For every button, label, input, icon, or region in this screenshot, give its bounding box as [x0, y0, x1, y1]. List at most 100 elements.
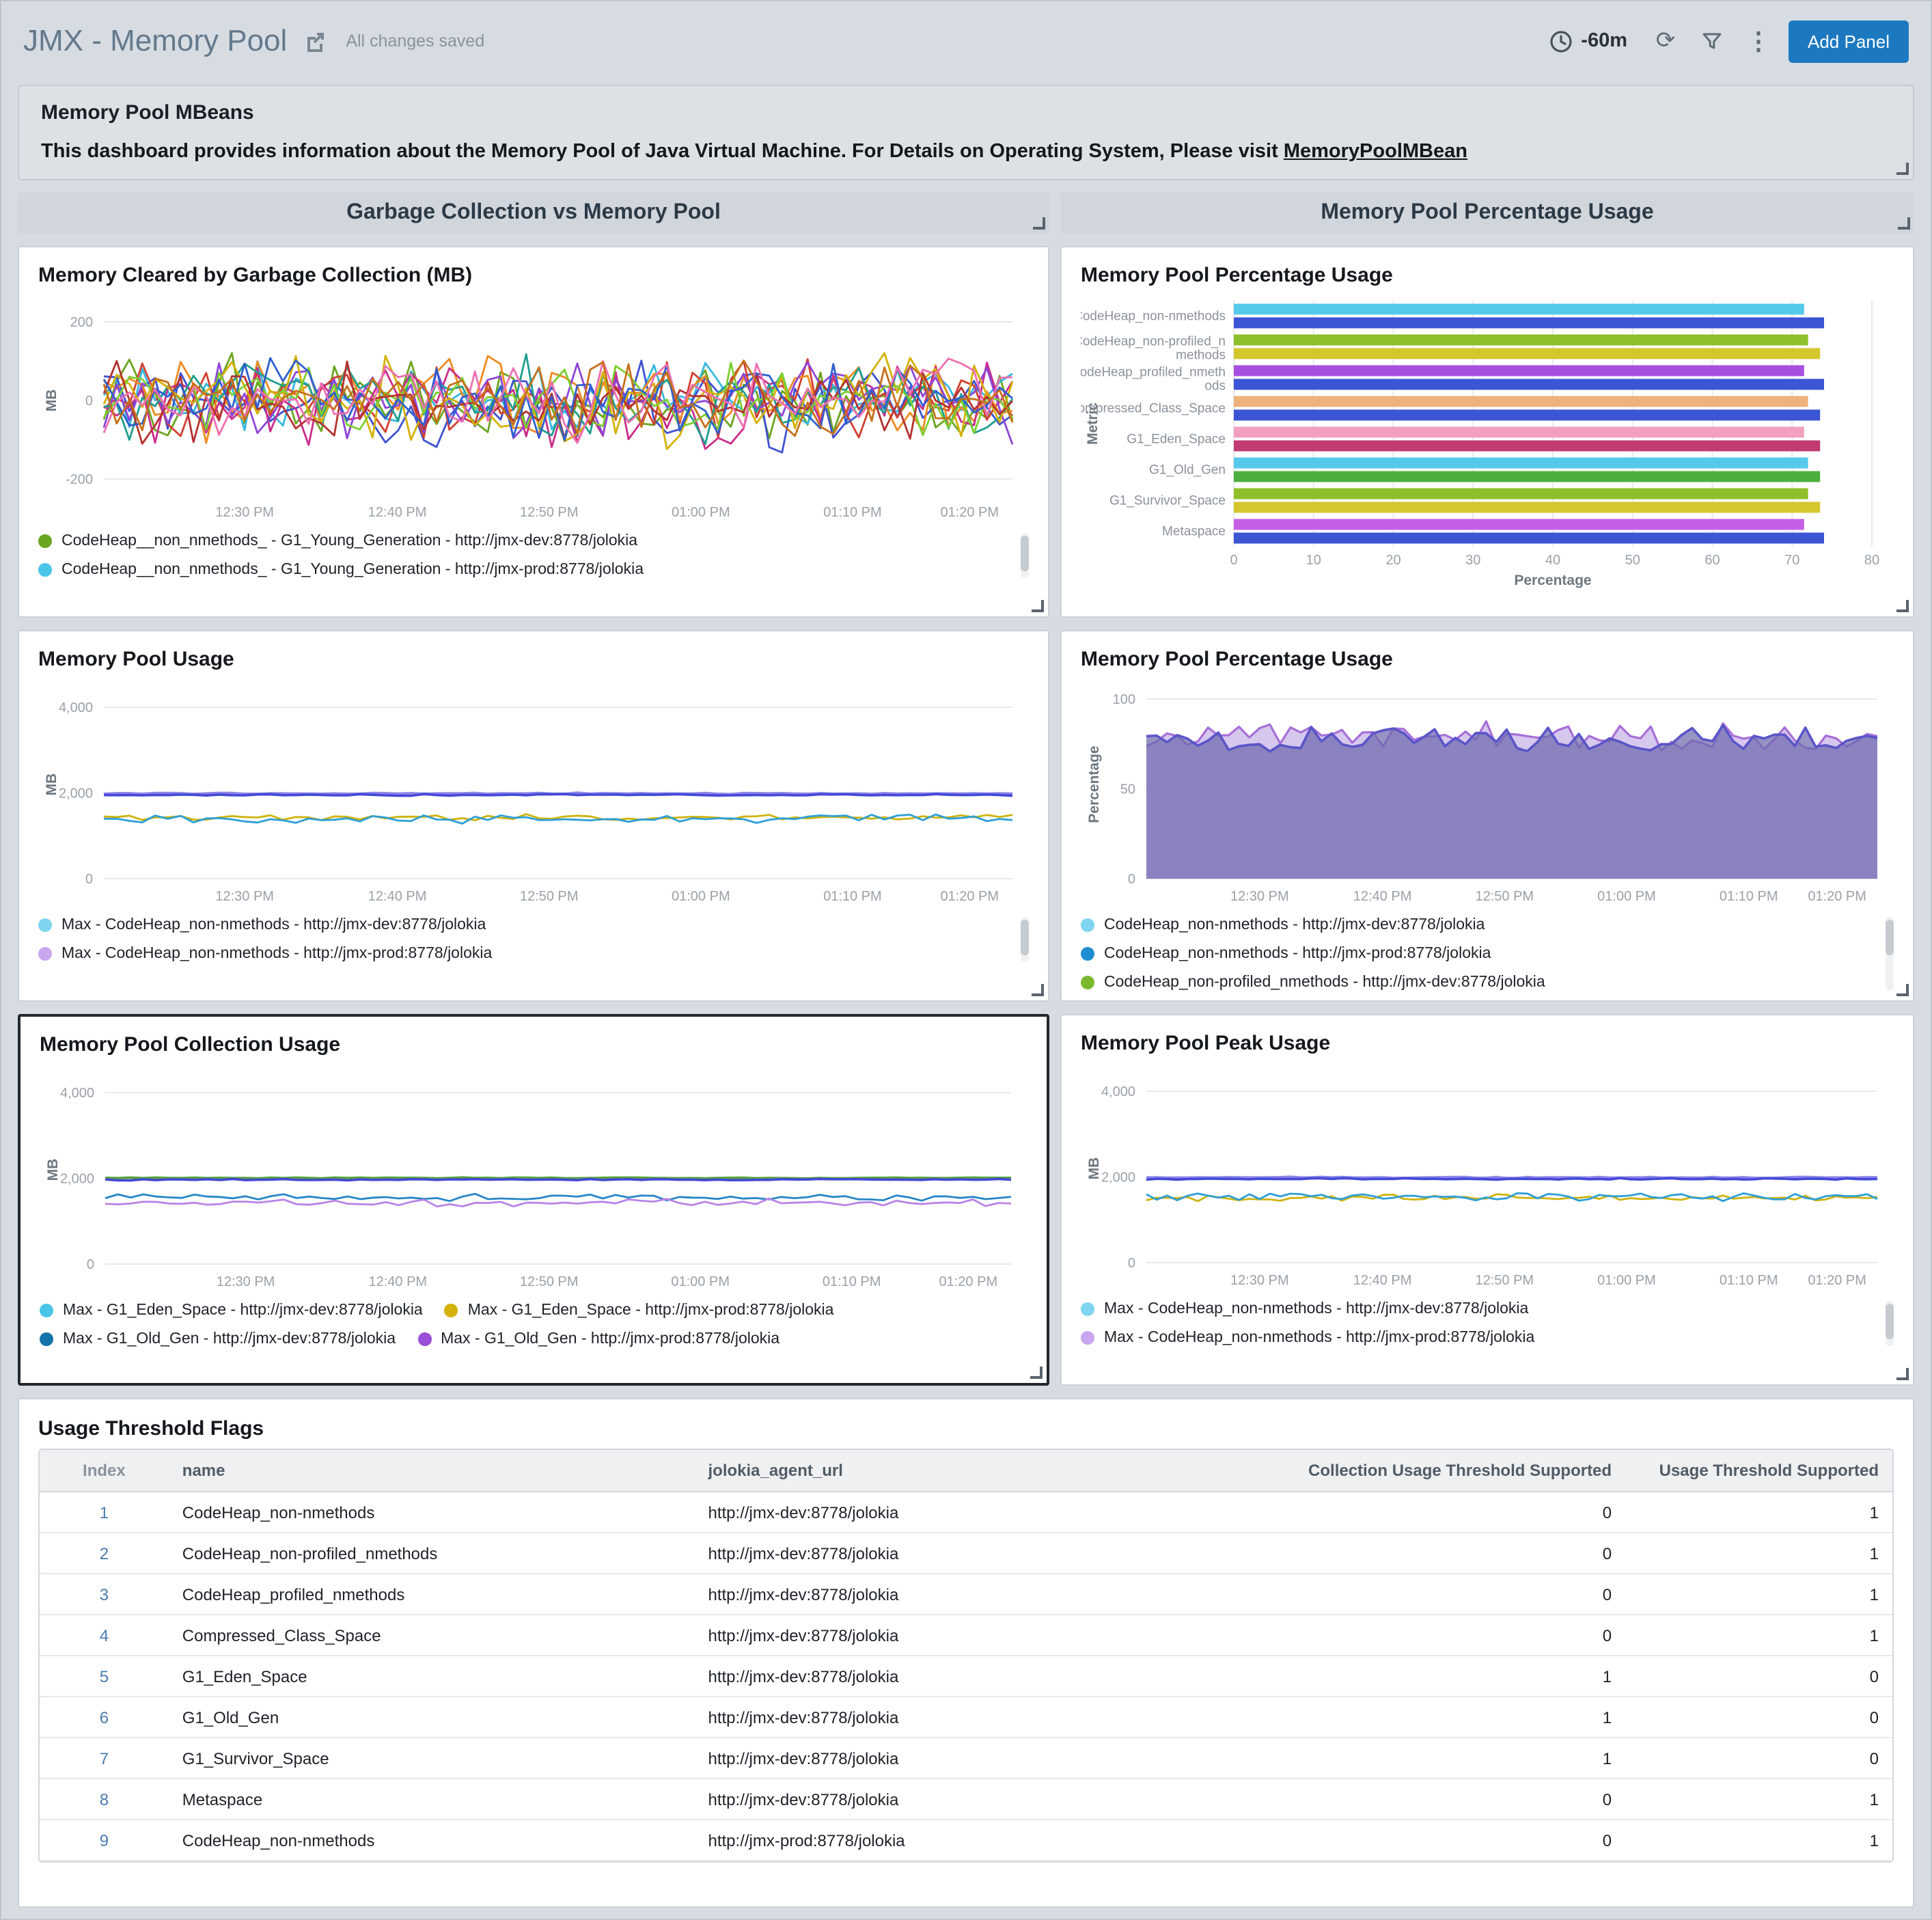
panel-memory-pool-usage: Memory Pool Usage 4,0002,0000MB12:30 PM1… [18, 630, 1049, 1002]
table-cell: CodeHeap_profiled_nmethods [169, 1574, 695, 1615]
legend-scrollbar[interactable] [1886, 917, 1894, 991]
legend-label: Max - CodeHeap_non-nmethods - http://jmx… [61, 946, 492, 962]
resize-handle[interactable] [1033, 217, 1045, 230]
resize-handle[interactable] [1896, 163, 1909, 175]
table-cell: http://jmx-prod:8778/jolokia [695, 1820, 1290, 1861]
panel-memory-pool-peak-usage: Memory Pool Peak Usage 4,0002,0000MB12:3… [1060, 1014, 1914, 1386]
resize-handle[interactable] [1030, 1367, 1043, 1379]
refresh-icon[interactable]: ⟳ [1649, 25, 1682, 57]
svg-text:01:10 PM: 01:10 PM [823, 889, 882, 904]
svg-text:12:30 PM: 12:30 PM [215, 505, 274, 520]
svg-text:Percentage: Percentage [1514, 573, 1591, 588]
legend-item: Max - CodeHeap_non-nmethods - http://jmx… [1081, 1301, 1872, 1317]
table-cell: http://jmx-dev:8778/jolokia [695, 1779, 1290, 1820]
legend-scrollbar[interactable] [1021, 917, 1029, 962]
svg-text:4,000: 4,000 [1101, 1084, 1135, 1099]
resize-handle[interactable] [1896, 1368, 1909, 1380]
add-panel-button[interactable]: Add Panel [1789, 20, 1909, 62]
text-panel-memory-pool-mbeans: Memory Pool MBeans This dashboard provid… [18, 85, 1914, 180]
usage-threshold-table-wrap: Indexnamejolokia_agent_urlCollection Usa… [38, 1449, 1894, 1863]
legend-dot [38, 563, 52, 577]
chart-legend: CodeHeap_non-nmethods - http://jmx-dev:8… [1081, 917, 1894, 991]
pool-peak-line-chart[interactable]: 4,0002,0000MB12:30 PM12:40 PM12:50 PM01:… [1081, 1063, 1894, 1293]
panel-memory-cleared-gc: Memory Cleared by Garbage Collection (MB… [18, 246, 1049, 618]
svg-text:Metaspace: Metaspace [1162, 525, 1226, 539]
svg-text:12:40 PM: 12:40 PM [1353, 1273, 1412, 1288]
legend-item: CodeHeap__non_nmethods_ - G1_Young_Gener… [38, 533, 1007, 549]
legend-label: Max - G1_Eden_Space - http://jmx-dev:877… [63, 1302, 423, 1319]
table-row: 8Metaspacehttp://jmx-dev:8778/jolokia01 [40, 1779, 1892, 1820]
filter-icon[interactable] [1696, 25, 1728, 57]
legend-label: Max - G1_Old_Gen - http://jmx-dev:8778/j… [63, 1331, 396, 1347]
svg-text:12:30 PM: 12:30 PM [1230, 889, 1289, 904]
time-range-control[interactable]: -60m [1549, 29, 1627, 53]
table-row: 9CodeHeap_non-nmethodshttp://jmx-prod:87… [40, 1820, 1892, 1861]
table-cell: CodeHeap_non-profiled_nmethods [169, 1533, 695, 1574]
legend-scrollbar-thumb[interactable] [1021, 920, 1029, 955]
legend-scrollbar-thumb[interactable] [1021, 536, 1029, 571]
save-status: All changes saved [346, 31, 484, 51]
section-header-gc-vs-memory-pool: Garbage Collection vs Memory Pool [18, 193, 1049, 234]
legend-item: Max - G1_Old_Gen - http://jmx-dev:8778/j… [40, 1331, 396, 1347]
resize-handle[interactable] [1898, 217, 1910, 230]
legend-label: Max - G1_Eden_Space - http://jmx-prod:87… [468, 1302, 834, 1319]
svg-text:CodeHeap_non-nmethods: CodeHeap_non-nmethods [1081, 310, 1226, 324]
legend-dot [40, 1332, 53, 1346]
resize-handle[interactable] [1032, 984, 1044, 996]
legend-dot [1081, 1302, 1094, 1316]
pool-percentage-bar-chart[interactable]: 01020304050607080PercentageMetricCodeHea… [1081, 295, 1894, 590]
svg-text:4,000: 4,000 [60, 1086, 94, 1101]
legend-dot [445, 1304, 458, 1317]
pool-collection-line-chart[interactable]: 4,0002,0000MB12:30 PM12:40 PM12:50 PM01:… [40, 1065, 1027, 1294]
legend-scrollbar-thumb[interactable] [1886, 920, 1894, 955]
svg-text:12:50 PM: 12:50 PM [520, 1274, 579, 1289]
svg-text:80: 80 [1864, 553, 1879, 568]
pool-usage-line-chart[interactable]: 4,0002,0000MB12:30 PM12:40 PM12:50 PM01:… [38, 679, 1029, 909]
svg-text:01:20 PM: 01:20 PM [939, 1274, 998, 1289]
table-cell: 0 [1289, 1574, 1625, 1615]
svg-text:0: 0 [85, 872, 93, 887]
legend-item: Max - G1_Old_Gen - http://jmx-prod:8778/… [417, 1331, 779, 1347]
table-cell: 0 [1289, 1820, 1625, 1861]
table-cell: http://jmx-dev:8778/jolokia [695, 1697, 1290, 1738]
cell-index: 4 [40, 1615, 169, 1656]
svg-text:01:10 PM: 01:10 PM [823, 505, 882, 520]
legend-dot [1081, 976, 1094, 989]
svg-text:12:50 PM: 12:50 PM [1475, 1273, 1534, 1288]
chart-title: Memory Pool Peak Usage [1081, 1032, 1894, 1055]
svg-text:0: 0 [87, 1257, 94, 1272]
table-cell: http://jmx-dev:8778/jolokia [695, 1656, 1290, 1697]
cell-index: 8 [40, 1779, 169, 1820]
column-header: name [169, 1450, 695, 1492]
legend-label: CodeHeap_non-profiled_nmethods - http://… [1104, 974, 1545, 991]
pool-percentage-area-chart[interactable]: 100500Percentage12:30 PM12:40 PM12:50 PM… [1081, 679, 1894, 909]
gc-line-chart[interactable]: 2000-200MB12:30 PM12:40 PM12:50 PM01:00 … [38, 295, 1029, 525]
kebab-menu-icon[interactable]: ⋮ [1742, 25, 1775, 57]
table-cell: CodeHeap_non-nmethods [169, 1492, 695, 1533]
resize-handle[interactable] [1896, 984, 1909, 996]
svg-text:Percentage: Percentage [1086, 745, 1102, 823]
table-cell: 1 [1625, 1615, 1892, 1656]
svg-text:01:20 PM: 01:20 PM [1808, 889, 1866, 904]
svg-text:0: 0 [1128, 1256, 1135, 1271]
panel-memory-pool-collection-usage: Memory Pool Collection Usage 4,0002,0000… [18, 1014, 1049, 1386]
svg-text:200: 200 [70, 315, 93, 330]
svg-text:0: 0 [1128, 872, 1135, 887]
cell-index: 3 [40, 1574, 169, 1615]
legend-dot [40, 1304, 53, 1317]
legend-scrollbar[interactable] [1886, 1301, 1894, 1346]
table-cell: 1 [1625, 1492, 1892, 1533]
resize-handle[interactable] [1032, 600, 1044, 612]
memorypoolmbean-link[interactable]: MemoryPoolMBean [1284, 141, 1467, 163]
svg-text:01:10 PM: 01:10 PM [823, 1274, 881, 1289]
chart-title: Memory Pool Percentage Usage [1081, 264, 1894, 287]
table-cell: 0 [1289, 1533, 1625, 1574]
legend-scrollbar-thumb[interactable] [1886, 1304, 1894, 1339]
table-cell: 0 [1289, 1779, 1625, 1820]
legend-scrollbar[interactable] [1021, 533, 1029, 578]
column-header: Usage Threshold Supported [1625, 1450, 1892, 1492]
svg-text:40: 40 [1545, 553, 1560, 568]
share-icon[interactable] [303, 29, 327, 53]
resize-handle[interactable] [1896, 600, 1909, 612]
table-cell: http://jmx-dev:8778/jolokia [695, 1492, 1290, 1533]
